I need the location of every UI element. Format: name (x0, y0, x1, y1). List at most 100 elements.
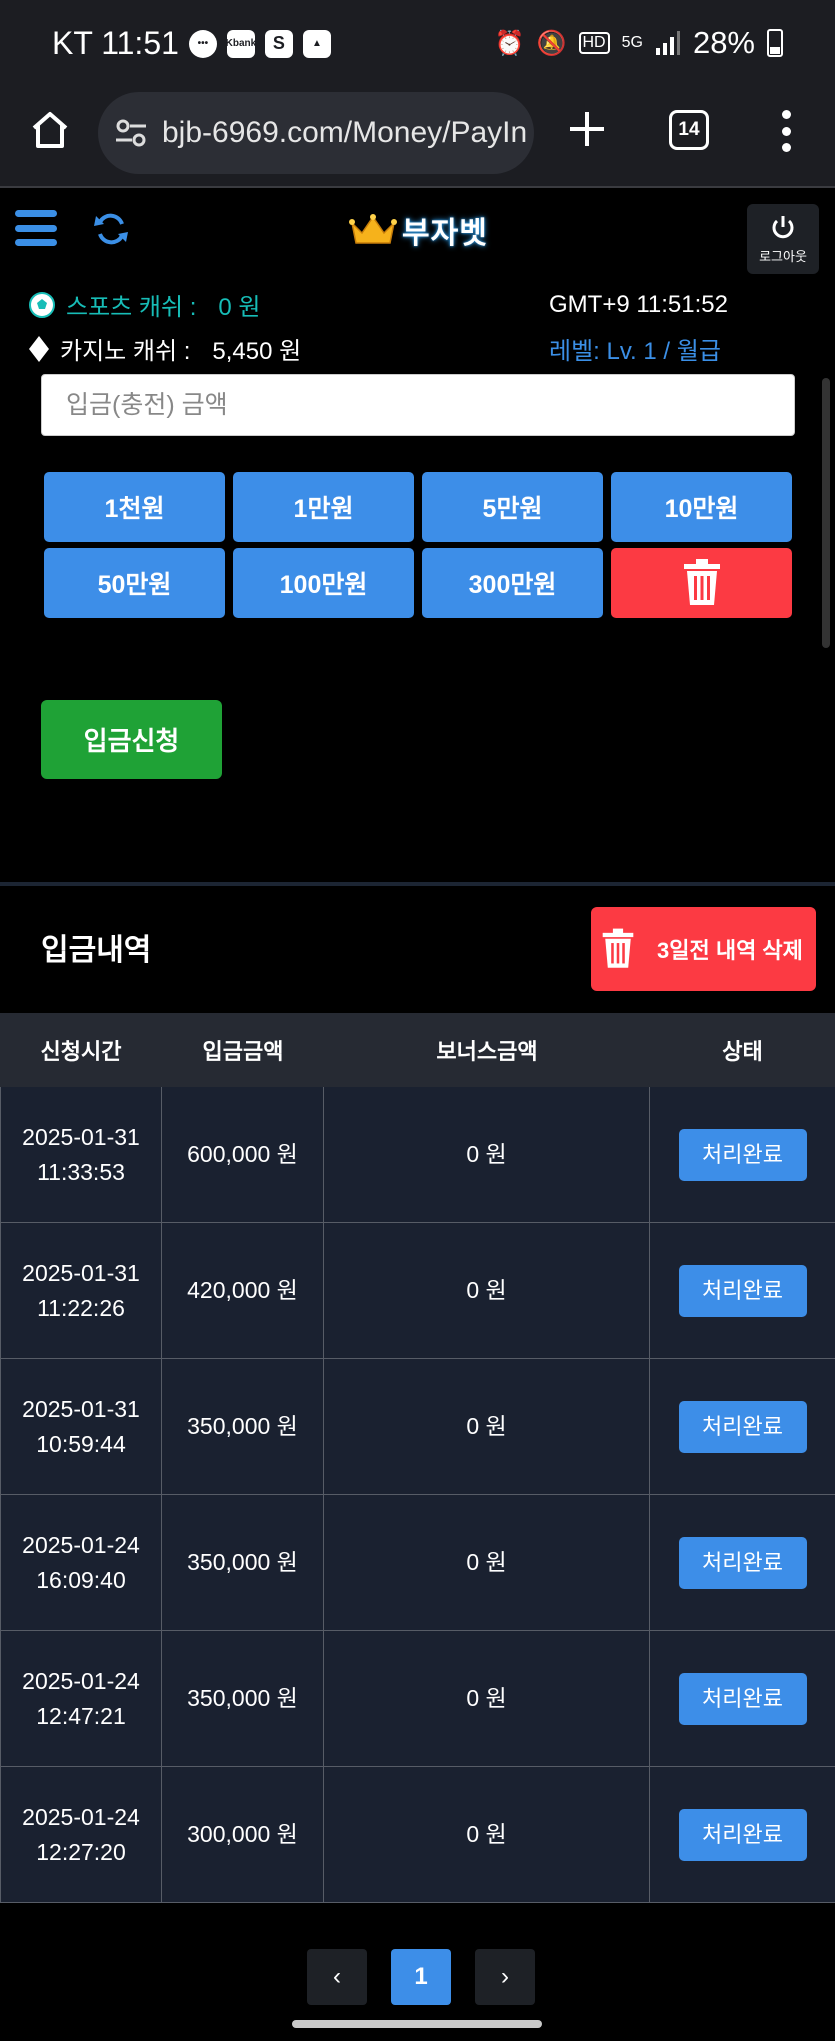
table-header: 신청시간 입금금액 보너스금액 상태 (0, 1013, 835, 1087)
amount-button-1k[interactable]: 1천원 (44, 472, 225, 542)
row-amount: 600,000 원 (162, 1087, 324, 1222)
hamburger-menu-icon[interactable] (15, 210, 57, 246)
row-amount: 350,000 원 (162, 1359, 324, 1494)
row-time: 2025-01-24 16:09:40 (0, 1495, 162, 1630)
amount-button-grid: 1천원 1만원 5만원 10만원 50만원 100만원 300만원 (44, 472, 792, 618)
amount-button-500k[interactable]: 50만원 (44, 548, 225, 618)
battery-icon (767, 29, 783, 57)
prev-page-button[interactable]: ‹ (307, 1949, 367, 2005)
row-clock: 12:27:20 (36, 1838, 126, 1865)
crown-icon (349, 214, 397, 244)
casino-cash-row: 카지노 캐쉬 : 5,450 원 (28, 331, 301, 366)
kbank-icon: Kbank (226, 29, 256, 58)
amount-button-3m[interactable]: 300만원 (422, 548, 603, 618)
battery-percent: 28% (692, 25, 755, 60)
row-bonus: 0 원 (324, 1767, 650, 1902)
diamond-icon (29, 335, 49, 362)
casino-cash-value: 5,450 원 (212, 338, 302, 365)
row-bonus: 0 원 (324, 1631, 650, 1766)
row-time: 2025-01-31 10:59:44 (0, 1359, 162, 1494)
row-status-cell: 처리완료 (650, 1767, 835, 1902)
row-bonus: 0 원 (324, 1087, 650, 1222)
home-icon[interactable] (28, 108, 72, 152)
signal-icon (655, 31, 680, 55)
section-divider (0, 882, 835, 886)
new-tab-icon[interactable] (566, 108, 608, 150)
scrollbar[interactable] (822, 378, 830, 648)
clear-amount-button[interactable] (611, 548, 792, 618)
deposit-form: 1천원 1만원 5만원 10만원 50만원 100만원 300만원 입금신청 (0, 372, 835, 882)
delete-old-history-button[interactable]: 3일전 내역 삭제 (591, 907, 816, 991)
balance-info: 스포츠 캐쉬 : 0 원 카지노 캐쉬 : 5,450 원 GMT+9 11:5… (0, 285, 835, 370)
url-bar[interactable]: bjb-6969.com/Money/PayIn (98, 92, 534, 174)
delete-old-history-label: 3일전 내역 삭제 (657, 938, 803, 963)
site-header: 부자벳 로그아웃 (0, 190, 835, 285)
amount-button-10k[interactable]: 1만원 (233, 472, 414, 542)
column-header-status: 상태 (722, 1039, 763, 1064)
gesture-bar[interactable] (292, 2020, 542, 2028)
status-badge[interactable]: 처리완료 (678, 1808, 807, 1861)
tab-switcher-button[interactable]: 14 (669, 110, 709, 150)
refresh-icon[interactable] (92, 210, 130, 248)
status-badge[interactable]: 처리완료 (678, 1536, 807, 1589)
soccer-ball-icon (29, 291, 55, 318)
row-bonus: 0 원 (324, 1495, 650, 1630)
page-button-current[interactable]: 1 (391, 1949, 451, 2005)
row-date: 2025-01-24 (22, 1532, 140, 1558)
table-row: 2025-01-31 10:59:44 350,000 원 0 원 처리완료 (0, 1359, 835, 1495)
history-title: 입금내역 (41, 934, 152, 967)
status-badge[interactable]: 처리완료 (678, 1400, 807, 1453)
row-clock: 12:47:21 (36, 1702, 126, 1729)
row-amount: 300,000 원 (162, 1767, 324, 1902)
next-page-button[interactable]: › (475, 1949, 535, 2005)
status-badge[interactable]: 처리완료 (678, 1128, 807, 1181)
alarm-icon: ⏰ (494, 29, 525, 57)
table-row: 2025-01-24 12:47:21 350,000 원 0 원 처리완료 (0, 1631, 835, 1767)
row-bonus: 0 원 (324, 1223, 650, 1358)
site-logo[interactable]: 부자벳 (348, 208, 488, 252)
row-date: 2025-01-31 (22, 1396, 140, 1422)
pagination: ‹ 1 › (307, 1949, 535, 2005)
row-amount: 350,000 원 (162, 1495, 324, 1630)
amount-button-100k[interactable]: 10만원 (611, 472, 792, 542)
row-date: 2025-01-31 (22, 1124, 140, 1150)
table-row: 2025-01-31 11:33:53 600,000 원 0 원 처리완료 (0, 1087, 835, 1223)
server-clock: GMT+9 11:51:52 (549, 291, 728, 318)
row-clock: 16:09:40 (36, 1566, 126, 1593)
row-date: 2025-01-24 (22, 1668, 140, 1694)
user-level: 레벨: Lv. 1 / 월급 (549, 338, 721, 365)
hd-icon: HD (578, 32, 610, 54)
row-status-cell: 처리완료 (650, 1495, 835, 1630)
mute-icon: 🔕 (536, 29, 567, 57)
row-status-cell: 처리완료 (650, 1087, 835, 1222)
site-settings-icon[interactable] (114, 116, 148, 150)
column-header-bonus: 보너스금액 (436, 1039, 538, 1064)
row-clock: 11:22:26 (37, 1294, 125, 1321)
carrier-time: KT 11:51 (52, 25, 179, 61)
status-badge[interactable]: 처리완료 (678, 1672, 807, 1725)
url-text: bjb-6969.com/Money/PayIn (162, 116, 528, 149)
deposit-submit-button[interactable]: 입금신청 (41, 700, 222, 779)
row-time: 2025-01-24 12:27:20 (0, 1767, 162, 1902)
row-date: 2025-01-24 (22, 1804, 140, 1830)
status-badge[interactable]: 처리완료 (678, 1264, 807, 1317)
row-status-cell: 처리완료 (650, 1631, 835, 1766)
row-amount: 420,000 원 (162, 1223, 324, 1358)
logout-button[interactable]: 로그아웃 (747, 204, 819, 274)
amount-input[interactable] (41, 374, 795, 436)
more-menu-icon[interactable] (772, 110, 800, 152)
status-bar: KT 11:51 ••• Kbank S ▲ ⏰ 🔕 HD 5G 28% (0, 0, 835, 88)
gallery-icon: ▲ (302, 29, 331, 58)
row-time: 2025-01-24 12:47:21 (0, 1631, 162, 1766)
network-icon: 5G (621, 34, 643, 51)
casino-cash-label: 카지노 캐쉬 : (60, 338, 191, 365)
row-date: 2025-01-31 (22, 1260, 140, 1286)
amount-button-1m[interactable]: 100만원 (233, 548, 414, 618)
logout-label: 로그아웃 (759, 248, 807, 264)
amount-button-50k[interactable]: 5만원 (422, 472, 603, 542)
sports-cash-label: 스포츠 캐쉬 : (66, 294, 197, 321)
row-clock: 10:59:44 (36, 1430, 126, 1457)
table-row: 2025-01-24 12:27:20 300,000 원 0 원 처리완료 (0, 1767, 835, 1903)
row-bonus: 0 원 (324, 1359, 650, 1494)
status-left: KT 11:51 ••• Kbank S ▲ (52, 25, 331, 62)
